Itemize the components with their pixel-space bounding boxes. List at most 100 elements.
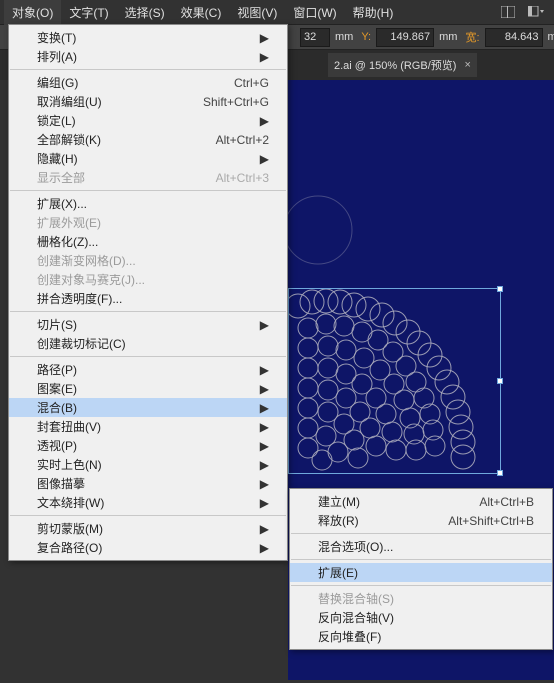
submenu-arrow-icon: ▶ <box>259 541 269 555</box>
menu-item-label: 实时上色(N) <box>37 456 259 473</box>
menu-item[interactable]: 图像描摹▶ <box>9 474 287 493</box>
menu-item-label: 栅格化(Z)... <box>37 233 269 250</box>
handle-br[interactable] <box>497 470 503 476</box>
submenu-arrow-icon: ▶ <box>259 458 269 472</box>
menu-item[interactable]: 变换(T)▶ <box>9 28 287 47</box>
menu-item[interactable]: 反向堆叠(F) <box>290 627 552 646</box>
menu-shortcut: Alt+Ctrl+B <box>479 495 534 509</box>
menu-item-label: 透视(P) <box>37 437 259 454</box>
menu-item[interactable]: 栅格化(Z)... <box>9 232 287 251</box>
submenu-arrow-icon: ▶ <box>259 439 269 453</box>
menu-item[interactable]: 扩展(E) <box>290 563 552 582</box>
menu-item[interactable]: 实时上色(N)▶ <box>9 455 287 474</box>
menu-item-label: 创建渐变网格(D)... <box>37 252 269 269</box>
submenu-arrow-icon: ▶ <box>259 382 269 396</box>
menu-item[interactable]: 建立(M)Alt+Ctrl+B <box>290 492 552 511</box>
object-menu-dropdown: 变换(T)▶排列(A)▶编组(G)Ctrl+G取消编组(U)Shift+Ctrl… <box>8 24 288 561</box>
submenu-arrow-icon: ▶ <box>259 522 269 536</box>
menu-item[interactable]: 释放(R)Alt+Shift+Ctrl+B <box>290 511 552 530</box>
blend-submenu-dropdown: 建立(M)Alt+Ctrl+B释放(R)Alt+Shift+Ctrl+B 混合选项… <box>289 488 553 650</box>
handle-tr[interactable] <box>497 286 503 292</box>
submenu-arrow-icon: ▶ <box>259 318 269 332</box>
menu-item-label: 图像描摹 <box>37 475 259 492</box>
separator <box>10 356 286 357</box>
menu-item-label: 扩展(E) <box>318 564 534 581</box>
separator <box>10 190 286 191</box>
toolbar-icon-2[interactable] <box>526 4 546 20</box>
menu-window[interactable]: 窗口(W) <box>285 0 344 25</box>
selection-box[interactable] <box>288 288 501 474</box>
submenu-arrow-icon: ▶ <box>259 496 269 510</box>
menu-item[interactable]: 文本绕排(W)▶ <box>9 493 287 512</box>
document-tab[interactable]: 2.ai @ 150% (RGB/预览) × <box>328 53 477 77</box>
menu-item-label: 变换(T) <box>37 29 259 46</box>
menu-item-label: 显示全部 <box>37 169 216 186</box>
menu-item-label: 创建裁切标记(C) <box>37 335 269 352</box>
menu-item-label: 封套扭曲(V) <box>37 418 259 435</box>
menu-item-label: 拼合透明度(F)... <box>37 290 269 307</box>
menu-shortcut: Alt+Ctrl+2 <box>216 133 269 147</box>
menu-item[interactable]: 封套扭曲(V)▶ <box>9 417 287 436</box>
menu-item: 扩展外观(E) <box>9 213 287 232</box>
menu-item-label: 切片(S) <box>37 316 259 333</box>
menu-item[interactable]: 切片(S)▶ <box>9 315 287 334</box>
menu-item[interactable]: 隐藏(H)▶ <box>9 149 287 168</box>
menu-item[interactable]: 扩展(X)... <box>9 194 287 213</box>
y-label: Y: <box>358 31 374 43</box>
menu-item-label: 创建对象马赛克(J)... <box>37 271 269 288</box>
menu-item: 替换混合轴(S) <box>290 589 552 608</box>
menu-item[interactable]: 剪切蒙版(M)▶ <box>9 519 287 538</box>
menu-item-label: 反向堆叠(F) <box>318 628 534 645</box>
menu-item-label: 复合路径(O) <box>37 539 259 556</box>
menu-item[interactable]: 反向混合轴(V) <box>290 608 552 627</box>
menu-item[interactable]: 全部解锁(K)Alt+Ctrl+2 <box>9 130 287 149</box>
submenu-arrow-icon: ▶ <box>259 152 269 166</box>
menu-item[interactable]: 路径(P)▶ <box>9 360 287 379</box>
menu-item-label: 隐藏(H) <box>37 150 259 167</box>
handle-r[interactable] <box>497 378 503 384</box>
y-input[interactable] <box>376 28 434 47</box>
menu-item[interactable]: 拼合透明度(F)... <box>9 289 287 308</box>
submenu-arrow-icon: ▶ <box>259 114 269 128</box>
menu-item[interactable]: 取消编组(U)Shift+Ctrl+G <box>9 92 287 111</box>
menu-item[interactable]: 图案(E)▶ <box>9 379 287 398</box>
menu-item-label: 排列(A) <box>37 48 259 65</box>
menu-item[interactable]: 透视(P)▶ <box>9 436 287 455</box>
menu-item[interactable]: 混合选项(O)... <box>290 537 552 556</box>
menu-shortcut: Alt+Shift+Ctrl+B <box>448 514 534 528</box>
submenu-arrow-icon: ▶ <box>259 31 269 45</box>
menu-item: 创建渐变网格(D)... <box>9 251 287 270</box>
separator <box>10 515 286 516</box>
menu-item[interactable]: 锁定(L)▶ <box>9 111 287 130</box>
menu-item[interactable]: 混合(B)▶ <box>9 398 287 417</box>
menu-item-label: 全部解锁(K) <box>37 131 216 148</box>
w-input[interactable] <box>485 28 543 47</box>
menu-item-label: 混合选项(O)... <box>318 538 534 555</box>
submenu-arrow-icon: ▶ <box>259 50 269 64</box>
menu-item-label: 图案(E) <box>37 380 259 397</box>
submenu-arrow-icon: ▶ <box>259 420 269 434</box>
menu-item[interactable]: 排列(A)▶ <box>9 47 287 66</box>
menu-item[interactable]: 编组(G)Ctrl+G <box>9 73 287 92</box>
menu-item-label: 剪切蒙版(M) <box>37 520 259 537</box>
menu-object[interactable]: 对象(O) <box>4 0 61 25</box>
menu-item-label: 锁定(L) <box>37 112 259 129</box>
separator <box>291 533 551 534</box>
menu-effect[interactable]: 效果(C) <box>173 0 230 25</box>
x-input-suffix[interactable] <box>300 28 330 47</box>
menu-shortcut: Ctrl+G <box>234 76 269 90</box>
separator <box>10 311 286 312</box>
x-unit: mm <box>332 31 356 43</box>
menu-item[interactable]: 复合路径(O)▶ <box>9 538 287 557</box>
menu-type[interactable]: 文字(T) <box>61 0 116 25</box>
close-icon[interactable]: × <box>464 59 470 71</box>
menu-view[interactable]: 视图(V) <box>229 0 285 25</box>
menu-help[interactable]: 帮助(H) <box>345 0 402 25</box>
menu-item-label: 扩展(X)... <box>37 195 269 212</box>
toolbar-icon-1[interactable] <box>498 4 518 20</box>
menu-item-label: 反向混合轴(V) <box>318 609 534 626</box>
y-unit: mm <box>436 31 460 43</box>
menu-item[interactable]: 创建裁切标记(C) <box>9 334 287 353</box>
menu-item-label: 编组(G) <box>37 74 234 91</box>
menu-select[interactable]: 选择(S) <box>117 0 173 25</box>
